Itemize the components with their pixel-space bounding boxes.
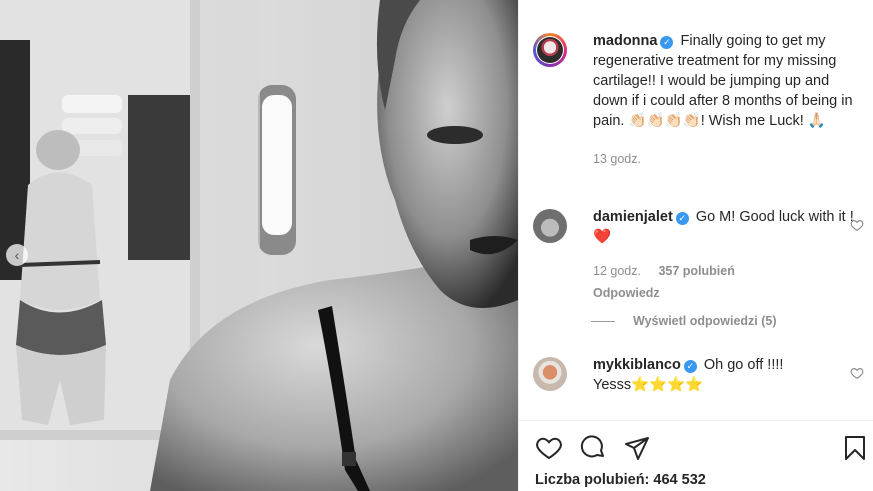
bookmark-icon[interactable] xyxy=(841,434,869,462)
author-username[interactable]: madonna xyxy=(593,33,657,49)
verified-badge-icon: ✓ xyxy=(683,360,697,373)
avatar[interactable] xyxy=(533,209,567,243)
verified-badge-icon: ✓ xyxy=(675,212,689,225)
post-meta: 13 godz. xyxy=(593,149,862,169)
comment-block: damienjalet ✓ Go M! Good luck with it ! ❤… xyxy=(593,207,862,303)
instagram-post-view: ‹ madonna ✓ Finally going to get my regen… xyxy=(0,0,873,491)
verified-badge-icon: ✓ xyxy=(660,36,674,49)
comment-meta: 12 godz. 357 polubień xyxy=(593,261,862,281)
likes-count[interactable]: Liczba polubień: 464 532 xyxy=(535,472,706,488)
avatar[interactable] xyxy=(533,33,567,67)
comment-icon[interactable] xyxy=(579,434,607,462)
view-replies-label: Wyświetl odpowiedzi (5) xyxy=(633,314,777,328)
post-photo[interactable]: ‹ xyxy=(0,0,518,491)
comment-item: mykkiblanco ✓ Oh go off !!!! Yesss⭐⭐⭐⭐ xyxy=(533,355,862,395)
heart-icon[interactable] xyxy=(535,434,563,462)
avatar[interactable] xyxy=(533,357,567,391)
post-caption-row: madonna ✓ Finally going to get my regener… xyxy=(533,31,862,169)
comment-block: mykkiblanco ✓ Oh go off !!!! Yesss⭐⭐⭐⭐ xyxy=(593,355,862,395)
caption-block: madonna ✓ Finally going to get my regener… xyxy=(593,31,862,169)
post-action-bar: Liczba polubień: 464 532 xyxy=(519,420,873,491)
photo-image xyxy=(0,0,518,491)
comment-likes[interactable]: 357 polubień xyxy=(658,264,734,278)
share-icon[interactable] xyxy=(623,434,651,462)
comments-scroll-area[interactable]: madonna ✓ Finally going to get my regener… xyxy=(519,0,873,420)
chevron-left-icon[interactable]: ‹ xyxy=(6,244,28,266)
post-time[interactable]: 13 godz. xyxy=(593,152,641,166)
reply-button[interactable]: Odpowiedz xyxy=(593,283,862,303)
divider-line xyxy=(591,320,615,322)
comment-item: damienjalet ✓ Go M! Good luck with it ! ❤… xyxy=(533,207,862,303)
heart-icon[interactable] xyxy=(850,218,864,232)
comment-username[interactable]: damienjalet xyxy=(593,209,673,225)
post-sidebar: madonna ✓ Finally going to get my regener… xyxy=(518,0,873,491)
view-replies-button[interactable]: Wyświetl odpowiedzi (5) xyxy=(591,314,777,328)
comment-time[interactable]: 12 godz. xyxy=(593,264,641,278)
comment-username[interactable]: mykkiblanco xyxy=(593,357,681,373)
heart-icon[interactable] xyxy=(850,366,864,380)
